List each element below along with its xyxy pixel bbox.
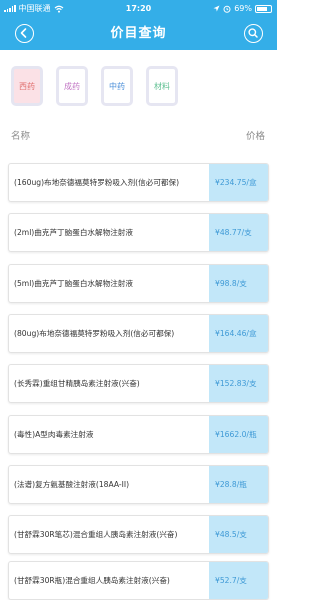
- battery-percent: 69%: [234, 4, 252, 13]
- item-name: (法谱)复方氨基酸注射液(18AA-II): [14, 480, 130, 489]
- tab-label: 材料: [154, 81, 170, 91]
- column-price-header: 价格: [245, 131, 265, 142]
- search-button[interactable]: [244, 24, 263, 43]
- tab-label: 中药: [109, 81, 125, 91]
- item-price: ¥98.8/支: [209, 265, 268, 302]
- list-item[interactable]: (80ug)布地奈德福莫特罗粉吸入剂(信必可都保) ¥164.46/盒: [8, 314, 269, 353]
- tab-materials[interactable]: 材料: [146, 66, 178, 106]
- category-tabs: 西药 成药 中药 材料: [11, 66, 178, 106]
- item-price: ¥28.8/瓶: [209, 466, 268, 503]
- list-item[interactable]: (甘舒霖30R瓶)混合重组人胰岛素注射液(兴奋) ¥52.7/支: [8, 561, 269, 600]
- item-price: ¥48.5/支: [209, 516, 268, 553]
- list-item[interactable]: (毒性)A型肉毒素注射液 ¥1662.0/瓶: [8, 415, 269, 454]
- alarm-icon: [223, 5, 231, 13]
- item-price: ¥164.46/盒: [209, 315, 268, 352]
- column-header: 名称 价格: [0, 128, 277, 144]
- search-icon: [248, 28, 258, 38]
- tab-western-medicine[interactable]: 西药: [11, 66, 43, 106]
- item-price: ¥1662.0/瓶: [209, 416, 268, 453]
- item-name: (长秀霖)重组甘精胰岛素注射液(兴奋): [14, 379, 140, 388]
- item-name: (甘舒霖30R瓶)混合重组人胰岛素注射液(兴奋): [14, 576, 170, 585]
- item-name: (160ug)布地奈德福莫特罗粉吸入剂(信必可都保): [14, 178, 180, 187]
- status-right: 69%: [213, 0, 272, 17]
- item-name: (甘舒霖30R笔芯)混合重组人胰岛素注射液(兴奋): [14, 530, 178, 539]
- status-bar: 中国联通 17:20 69%: [0, 0, 277, 17]
- tab-label: 成药: [64, 81, 80, 91]
- page-title: 价目查询: [110, 26, 167, 41]
- list-item[interactable]: (长秀霖)重组甘精胰岛素注射液(兴奋) ¥152.83/支: [8, 364, 269, 403]
- tab-chinese-medicine[interactable]: 中药: [101, 66, 133, 106]
- tab-label: 西药: [19, 81, 35, 91]
- list-item[interactable]: (160ug)布地奈德福莫特罗粉吸入剂(信必可都保) ¥234.75/盒: [8, 163, 269, 202]
- list-item[interactable]: (2ml)曲克芦丁脑蛋白水解物注射液 ¥48.77/支: [8, 213, 269, 252]
- column-name-header: 名称: [11, 131, 31, 142]
- item-price: ¥48.77/支: [209, 214, 268, 251]
- item-price: ¥52.7/支: [209, 562, 268, 599]
- list-item[interactable]: (5ml)曲克芦丁脑蛋白水解物注射液 ¥98.8/支: [8, 264, 269, 303]
- location-icon: [213, 5, 220, 12]
- item-name: (毒性)A型肉毒素注射液: [14, 430, 94, 439]
- list-item[interactable]: (甘舒霖30R笔芯)混合重组人胰岛素注射液(兴奋) ¥48.5/支: [8, 515, 269, 554]
- item-price: ¥234.75/盒: [209, 164, 268, 201]
- item-name: (80ug)布地奈德福莫特罗粉吸入剂(信必可都保): [14, 329, 175, 338]
- battery-icon: [255, 4, 272, 13]
- list-item[interactable]: (法谱)复方氨基酸注射液(18AA-II) ¥28.8/瓶: [8, 465, 269, 504]
- item-name: (2ml)曲克芦丁脑蛋白水解物注射液: [14, 228, 133, 237]
- header: 价目查询: [0, 17, 277, 50]
- tab-patent-medicine[interactable]: 成药: [56, 66, 88, 106]
- item-price: ¥152.83/支: [209, 365, 268, 402]
- item-name: (5ml)曲克芦丁脑蛋白水解物注射液: [14, 279, 133, 288]
